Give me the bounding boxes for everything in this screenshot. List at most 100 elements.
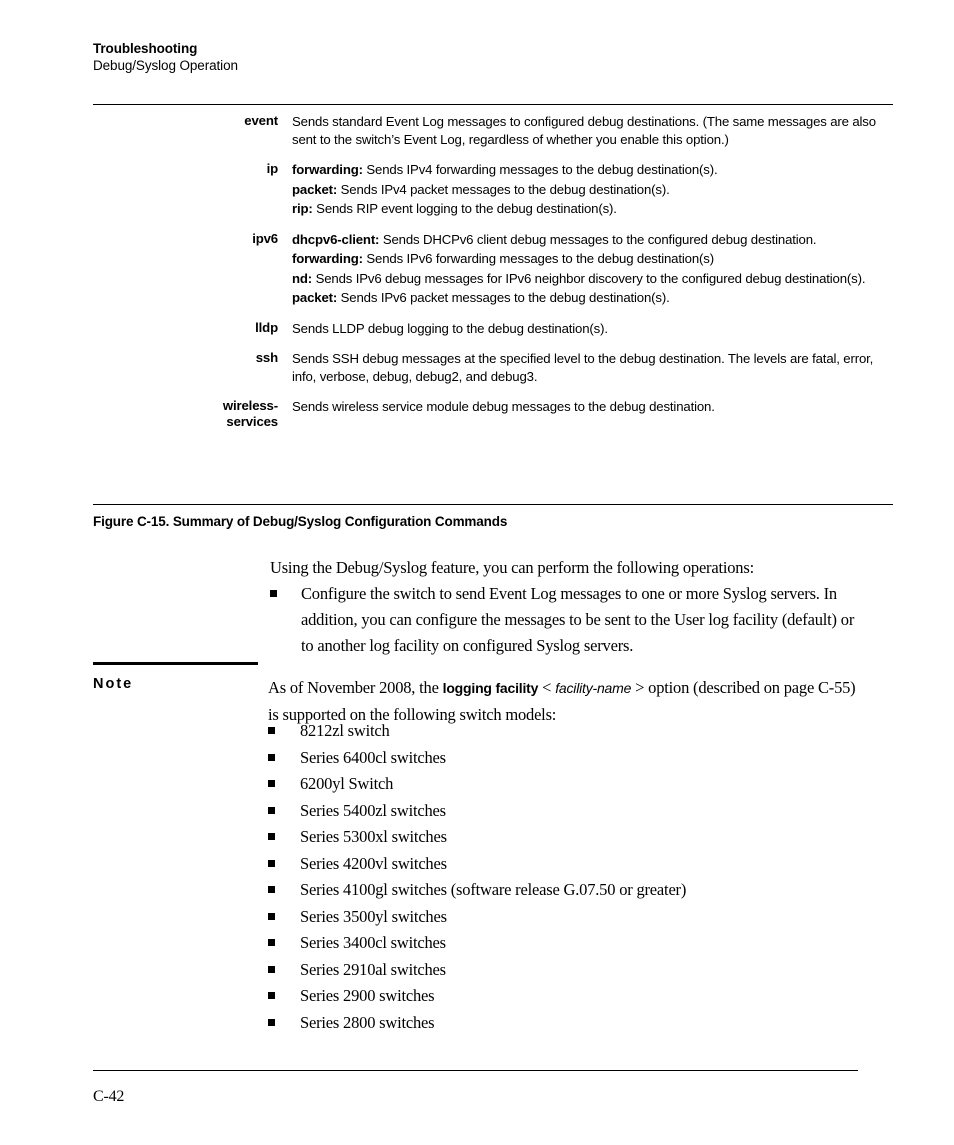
running-header: Troubleshooting Debug/Syslog Operation bbox=[93, 40, 593, 75]
list-item-label: Series 4100gl switches (software release… bbox=[300, 880, 687, 899]
list-item: Series 3400cl switches bbox=[268, 930, 868, 957]
command-subterm: forwarding: bbox=[292, 162, 363, 177]
note-angle-close: > bbox=[631, 678, 649, 697]
square-bullet-icon bbox=[268, 833, 275, 840]
list-item-label: 8212zl switch bbox=[300, 721, 390, 740]
command-subtext: Sends IPv6 debug messages for IPv6 neigh… bbox=[315, 270, 866, 286]
list-item-label: Series 2800 switches bbox=[300, 1012, 435, 1032]
table-top-rule bbox=[93, 104, 893, 105]
table-row: ssh Sends SSH debug messages at the speci… bbox=[93, 350, 893, 385]
square-bullet-icon bbox=[268, 727, 275, 734]
command-description-line: forwarding: Sends IPv4 forwarding messag… bbox=[292, 161, 893, 179]
command-description-line: nd: Sends IPv6 debug messages for IPv6 n… bbox=[292, 270, 893, 288]
command-description: Sends wireless service module debug mess… bbox=[285, 398, 893, 416]
list-item: 6200yl Switch bbox=[268, 771, 868, 798]
table-row: lldp Sends LLDP debug logging to the debu… bbox=[93, 320, 893, 338]
command-label: ipv6 bbox=[252, 230, 278, 246]
list-item-label: Series 2900 switches bbox=[300, 986, 435, 1005]
command-description: dhcpv6-client: Sends DHCPv6 client debug… bbox=[285, 231, 893, 307]
command-description: Sends SSH debug messages at the specifie… bbox=[285, 350, 893, 385]
running-header-subtitle: Debug/Syslog Operation bbox=[93, 58, 238, 73]
square-bullet-icon bbox=[268, 886, 275, 893]
square-bullet-icon bbox=[268, 806, 275, 814]
command-subtext: Sends IPv6 forwarding messages to the de… bbox=[366, 251, 714, 266]
command-subterm: packet: bbox=[292, 290, 338, 305]
note-italic-param: facility-name bbox=[555, 680, 632, 696]
square-bullet-icon bbox=[268, 939, 275, 946]
square-bullet-icon bbox=[268, 912, 275, 920]
note-rule bbox=[93, 662, 258, 665]
command-description-line: forwarding: Sends IPv6 forwarding messag… bbox=[292, 250, 893, 268]
list-item: Series 2800 switches bbox=[268, 1010, 868, 1037]
command-subtext: Sends IPv4 forwarding messages to the de… bbox=[366, 162, 718, 177]
command-description-line: packet: Sends IPv6 packet messages to th… bbox=[292, 289, 893, 307]
command-label: lldp bbox=[255, 319, 278, 335]
command-subtext: Sends wireless service module debug mess… bbox=[292, 399, 715, 414]
intro-block: Using the Debug/Syslog feature, you can … bbox=[270, 555, 870, 659]
list-item-label: Series 5300xl switches bbox=[300, 827, 447, 846]
command-description-line: dhcpv6-client: Sends DHCPv6 client debug… bbox=[292, 231, 893, 249]
command-subterm: forwarding: bbox=[292, 251, 363, 266]
command-subtext: Sends IPv6 packet messages to the debug … bbox=[340, 290, 670, 305]
command-subterm: packet: bbox=[292, 181, 338, 197]
list-item: Series 4200vl switches bbox=[268, 851, 868, 878]
table-bottom-rule bbox=[93, 504, 893, 505]
square-bullet-icon bbox=[270, 590, 277, 597]
square-bullet-icon bbox=[268, 859, 275, 867]
list-item: Series 4100gl switches (software release… bbox=[268, 877, 868, 904]
command-subtext: Sends IPv4 packet messages to the debug … bbox=[340, 181, 670, 197]
square-bullet-icon bbox=[268, 965, 275, 973]
note-label: Note bbox=[93, 676, 134, 692]
list-item-label: Series 6400cl switches bbox=[300, 747, 446, 767]
figure-caption: Figure C-15. Summary of Debug/Syslog Con… bbox=[93, 514, 508, 529]
command-label: event bbox=[244, 113, 278, 128]
command-description-line: Sends LLDP debug logging to the debug de… bbox=[292, 320, 893, 338]
list-item: Series 5300xl switches bbox=[268, 824, 868, 851]
command-description-line: Sends standard Event Log messages to con… bbox=[292, 113, 893, 148]
command-description-line: Sends SSH debug messages at the specifie… bbox=[292, 350, 893, 385]
command-description-line: Sends wireless service module debug mess… bbox=[292, 398, 893, 416]
command-subterm: rip: bbox=[292, 201, 313, 216]
command-subterm: dhcpv6-client: bbox=[292, 231, 380, 247]
command-description-line: rip: Sends RIP event logging to the debu… bbox=[292, 200, 893, 218]
list-item: Series 6400cl switches bbox=[268, 745, 868, 772]
table-row: wireless-services Sends wireless service … bbox=[93, 398, 893, 429]
note-bold-term: logging facility bbox=[442, 680, 539, 696]
command-subtext: Sends RIP event logging to the debug des… bbox=[316, 201, 617, 216]
note-bullet-list: 8212zl switch Series 6400cl switches 6200y… bbox=[268, 718, 868, 1036]
table-row: ip forwarding: Sends IPv4 forwarding mess… bbox=[93, 161, 893, 218]
list-item-label: Series 4200vl switches bbox=[300, 853, 447, 873]
intro-bullet-list: Configure the switch to send Event Log m… bbox=[270, 581, 870, 659]
list-item-label: Series 5400zl switches bbox=[300, 800, 446, 820]
square-bullet-icon bbox=[268, 780, 275, 787]
command-description: Sends standard Event Log messages to con… bbox=[285, 113, 893, 148]
command-subtext: Sends standard Event Log messages to con… bbox=[292, 114, 876, 147]
list-item: Configure the switch to send Event Log m… bbox=[270, 581, 870, 659]
intro-lead: Using the Debug/Syslog feature, you can … bbox=[270, 558, 754, 577]
square-bullet-icon bbox=[268, 1018, 275, 1026]
footer-page-number: C-42 bbox=[93, 1088, 125, 1105]
list-item: 8212zl switch bbox=[268, 718, 868, 745]
list-item: Series 2900 switches bbox=[268, 983, 868, 1010]
list-item: Series 2910al switches bbox=[268, 957, 868, 984]
list-item-label: Series 3400cl switches bbox=[300, 933, 446, 952]
debug-command-table: event Sends standard Event Log messages t… bbox=[93, 113, 893, 429]
list-item: Series 3500yl switches bbox=[268, 904, 868, 931]
command-description: forwarding: Sends IPv4 forwarding messag… bbox=[285, 161, 893, 218]
command-subterm: nd: bbox=[292, 270, 313, 286]
list-item-label: 6200yl Switch bbox=[300, 774, 394, 793]
list-item: Series 5400zl switches bbox=[268, 798, 868, 825]
running-header-title: Troubleshooting bbox=[93, 41, 198, 56]
table-row: event Sends standard Event Log messages t… bbox=[93, 113, 893, 148]
square-bullet-icon bbox=[268, 992, 275, 999]
command-label: ip bbox=[266, 161, 279, 176]
document-page: Troubleshooting Debug/Syslog Operation e… bbox=[0, 0, 954, 1145]
list-item-label: Configure the switch to send Event Log m… bbox=[301, 584, 855, 655]
list-item-label: Series 3500yl switches bbox=[300, 906, 447, 926]
note-angle-open: < bbox=[538, 678, 556, 697]
list-item-label: Series 2910al switches bbox=[300, 959, 446, 979]
command-subtext: Sends LLDP debug logging to the debug de… bbox=[292, 320, 608, 336]
command-subtext: Sends SSH debug messages at the specifie… bbox=[292, 351, 874, 384]
command-subtext: Sends DHCPv6 client debug messages to th… bbox=[382, 231, 817, 247]
square-bullet-icon bbox=[268, 753, 275, 761]
